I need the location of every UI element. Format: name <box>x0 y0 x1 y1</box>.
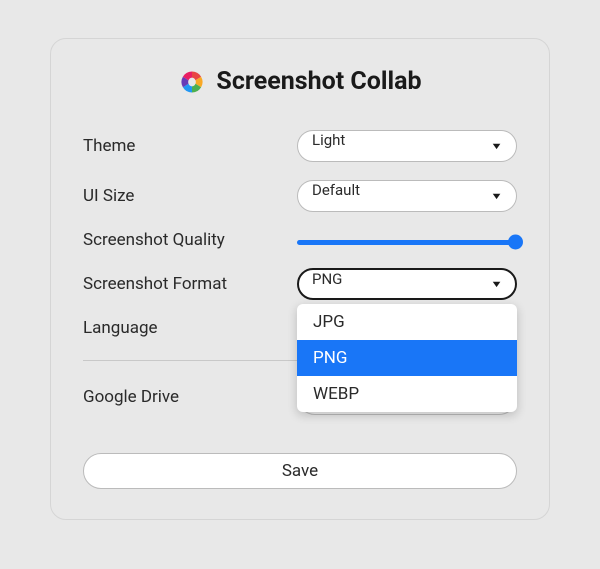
theme-select[interactable]: Light <box>297 130 517 162</box>
language-label: Language <box>83 318 283 338</box>
quality-slider-thumb[interactable] <box>508 235 523 250</box>
app-title: Screenshot Collab <box>216 67 421 96</box>
format-option-jpg[interactable]: JPG <box>297 304 517 340</box>
theme-row: Theme Light <box>83 130 517 162</box>
header: Screenshot Collab <box>83 67 517 96</box>
format-row: Screenshot Format PNG JPG PNG WEBP <box>83 268 517 300</box>
ui-size-label: UI Size <box>83 186 283 206</box>
quality-row: Screenshot Quality <box>83 230 517 250</box>
format-dropdown: JPG PNG WEBP <box>297 304 517 412</box>
theme-label: Theme <box>83 136 283 156</box>
quality-label: Screenshot Quality <box>83 230 283 250</box>
ui-size-row: UI Size Default <box>83 180 517 212</box>
save-row: Save <box>83 453 517 489</box>
app-logo-icon <box>178 68 206 96</box>
save-button[interactable]: Save <box>83 453 517 489</box>
format-option-png[interactable]: PNG <box>297 340 517 376</box>
google-drive-label: Google Drive <box>83 387 283 407</box>
format-label: Screenshot Format <box>83 274 283 294</box>
settings-panel: Screenshot Collab Theme Light UI Size De… <box>50 38 550 520</box>
quality-slider[interactable] <box>297 240 517 245</box>
format-select[interactable]: PNG <box>297 268 517 300</box>
format-option-webp[interactable]: WEBP <box>297 376 517 412</box>
ui-size-select[interactable]: Default <box>297 180 517 212</box>
